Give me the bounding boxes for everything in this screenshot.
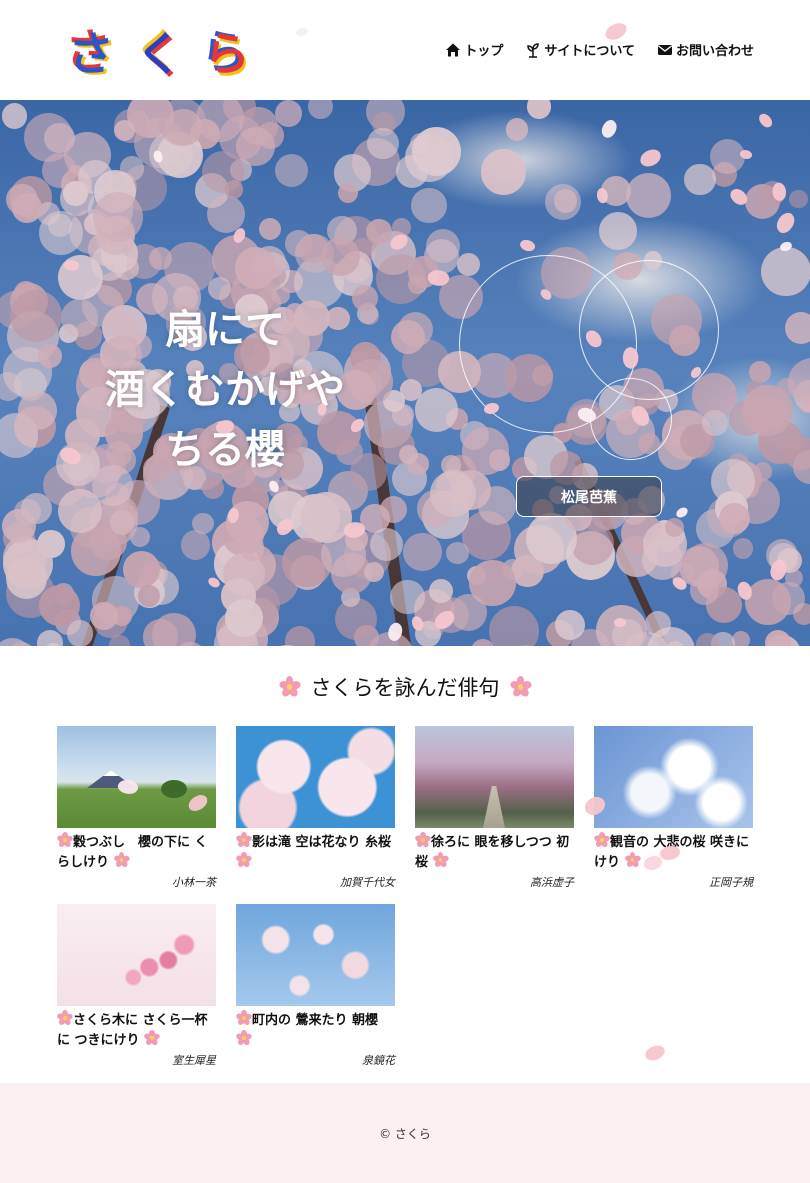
card-image-pink-blossoms [57, 904, 216, 1006]
decorative-ring [590, 378, 672, 460]
site-header: さ く ら トップ サイトについて お問い合わせ [0, 0, 810, 100]
home-icon [446, 43, 461, 56]
card-haiku-text: 徐ろに 眼を移しつつ 初桜 [414, 832, 574, 872]
sakura-flower-icon [235, 832, 253, 849]
haiku-card[interactable]: 町内の 鶯来たり 朝櫻 泉鏡花 [235, 904, 395, 1068]
decorative-ring [579, 260, 719, 400]
card-image-blossom-road [415, 726, 574, 828]
nav-item-contact[interactable]: お問い合わせ [657, 40, 754, 59]
haiku-line-1: 扇にて [165, 306, 285, 353]
haiku-card[interactable]: さくら木に さくら一杯に つきにけり 室生犀星 [56, 904, 216, 1068]
card-poet: 室生犀星 [172, 1054, 216, 1067]
nav-item-about[interactable]: サイトについて [525, 40, 635, 59]
card-poet: 正岡子規 [709, 876, 753, 889]
haiku-line-2: 酒くむかげや [105, 366, 345, 413]
sakura-flower-icon [235, 1010, 253, 1027]
main-nav: トップ サイトについて お問い合わせ [445, 40, 754, 59]
card-haiku-text: 影は滝 空は花なり 糸桜 [235, 832, 395, 872]
nav-label-contact: お問い合わせ [675, 44, 754, 59]
sakura-flower-icon [593, 832, 611, 849]
sakura-flower-icon [113, 852, 131, 869]
copyright-text: © さくら [379, 1127, 431, 1141]
nav-label-about: サイトについて [544, 44, 635, 59]
card-poet: 泉鏡花 [362, 1054, 395, 1067]
section-title-text: さくらを詠んだ俳句 [310, 676, 500, 700]
logo-char-ra: ら [204, 27, 250, 81]
logo-char-ku: く [136, 27, 182, 81]
sakura-flower-icon [235, 852, 253, 869]
card-haiku-text: 町内の 鶯来たり 朝櫻 [235, 1010, 395, 1050]
haiku-card[interactable]: 観音の 大悲の桜 咲きにけり 正岡子規 [593, 726, 753, 890]
card-poet: 高浜虚子 [530, 876, 574, 889]
card-image-mountain [57, 726, 216, 828]
sakura-flower-icon [508, 676, 533, 699]
site-logo[interactable]: さ く ら [62, 26, 250, 82]
hero-haiku: 扇にて 酒くむかげや ちる櫻 [60, 300, 390, 480]
card-image-white-blossoms [594, 726, 753, 828]
sakura-flower-icon [624, 852, 642, 869]
author-button[interactable]: 松尾芭蕉 [516, 476, 662, 517]
logo-char-sa: さ [68, 27, 114, 81]
nav-item-top[interactable]: トップ [445, 40, 503, 59]
haiku-card[interactable]: 徐ろに 眼を移しつつ 初桜 高浜虚子 [414, 726, 574, 890]
sakura-flower-icon [432, 852, 450, 869]
card-image-blossoms-sky [236, 726, 395, 828]
haiku-card[interactable]: 影は滝 空は花なり 糸桜 加賀千代女 [235, 726, 395, 890]
sakura-flower-icon [235, 1030, 253, 1047]
card-image-branches-sky [236, 904, 395, 1006]
hero-banner: 扇にて 酒くむかげや ちる櫻 松尾芭蕉 [0, 100, 810, 646]
falling-petal [603, 21, 629, 42]
sakura-flower-icon [143, 1030, 161, 1047]
mail-icon [657, 44, 672, 55]
sprout-icon [527, 42, 540, 58]
card-haiku-text: さくら木に さくら一杯に つきにけり [56, 1010, 216, 1050]
falling-petal [153, 150, 163, 163]
sakura-flower-icon [56, 832, 74, 849]
nav-label-top: トップ [464, 44, 504, 59]
section-title: さくらを詠んだ俳句 [0, 672, 810, 702]
sakura-flower-icon [277, 676, 302, 699]
sakura-flower-icon [56, 1010, 74, 1027]
sakura-flower-icon [414, 832, 432, 849]
falling-petal [296, 28, 308, 36]
card-poet: 加賀千代女 [340, 876, 395, 889]
card-haiku-text: 穀つぶし 櫻の下に くらしけり [56, 832, 216, 872]
card-poet: 小林一茶 [172, 876, 216, 889]
falling-petal [643, 1044, 667, 1062]
site-footer: © さくら [0, 1083, 810, 1183]
